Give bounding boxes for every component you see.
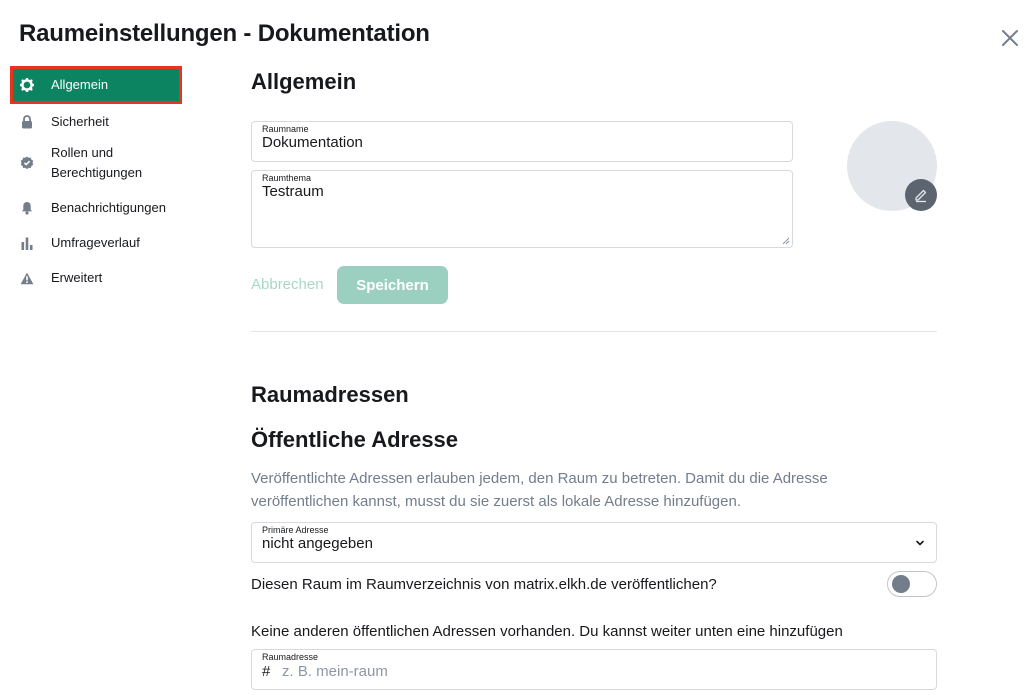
warning-icon [20, 268, 34, 288]
publish-directory-label: Diesen Raum im Raumverzeichnis von matri… [251, 576, 717, 593]
toggle-knob [892, 575, 910, 593]
primary-address-select[interactable]: Primäre Adresse nicht angegeben [251, 522, 937, 563]
section-heading-public-address: Öffentliche Adresse [251, 427, 459, 452]
room-name-label: Raumname [262, 124, 309, 134]
sidebar-item-label: Umfrageverlauf [51, 235, 140, 250]
sidebar-item-label: Benachrichtigungen [51, 200, 166, 215]
cancel-button[interactable]: Abbrechen [251, 276, 324, 293]
room-name-field[interactable]: Raumname Dokumentation [251, 121, 793, 162]
sidebar-item-label: Erweitert [51, 270, 103, 285]
room-name-value[interactable]: Dokumentation [262, 134, 363, 151]
section-heading-general: Allgemein [251, 69, 357, 94]
close-button[interactable] [997, 25, 1023, 51]
publish-directory-toggle[interactable] [887, 571, 937, 597]
section-divider [251, 331, 937, 332]
close-icon [1002, 30, 1018, 46]
public-address-description: Veröffentlichte Adressen erlauben jedem,… [251, 470, 828, 510]
avatar-edit-button[interactable] [905, 179, 937, 211]
room-topic-field[interactable]: Raumthema Testraum [251, 170, 793, 248]
section-heading-addresses: Raumadressen [251, 382, 409, 407]
sidebar-item-security[interactable]: Sicherheit [10, 112, 182, 132]
room-address-input[interactable] [282, 660, 922, 682]
save-button[interactable]: Speichern [337, 266, 448, 304]
sidebar-item-label: Sicherheit [51, 114, 109, 129]
primary-address-value: nicht angegeben [262, 535, 373, 552]
dialog-title: Raumeinstellungen - Dokumentation [19, 20, 430, 47]
gear-icon [20, 75, 34, 95]
lock-icon [20, 112, 34, 132]
hash-prefix: # [262, 663, 271, 680]
sidebar-item-advanced[interactable]: Erweitert [10, 268, 182, 288]
sidebar-item-poll-history[interactable]: Umfrageverlauf [10, 233, 182, 253]
pencil-icon [915, 189, 927, 203]
no-other-addresses-text: Keine anderen öffentlichen Adressen vorh… [251, 623, 843, 640]
sidebar-item-label: Allgemein [51, 77, 109, 92]
sidebar-item-label: Rollen und Berechtigungen [51, 145, 143, 180]
primary-address-label: Primäre Adresse [262, 525, 329, 535]
sidebar-item-general[interactable]: Allgemein [10, 66, 182, 104]
sidebar-item-roles[interactable]: Rollen und Berechtigungen [10, 143, 182, 183]
badge-check-icon [20, 143, 34, 183]
room-topic-value[interactable]: Testraum [262, 183, 324, 200]
settings-sidebar: Allgemein Sicherheit Rollen und Berechti… [10, 66, 182, 299]
room-address-field[interactable]: Raumadresse # [251, 649, 937, 690]
chevron-down-icon [916, 540, 924, 546]
room-topic-label: Raumthema [262, 173, 312, 183]
bar-chart-icon [20, 233, 34, 253]
sidebar-item-notifications[interactable]: Benachrichtigungen [10, 198, 182, 218]
bell-icon [20, 198, 34, 218]
resize-handle-icon[interactable] [782, 237, 790, 245]
